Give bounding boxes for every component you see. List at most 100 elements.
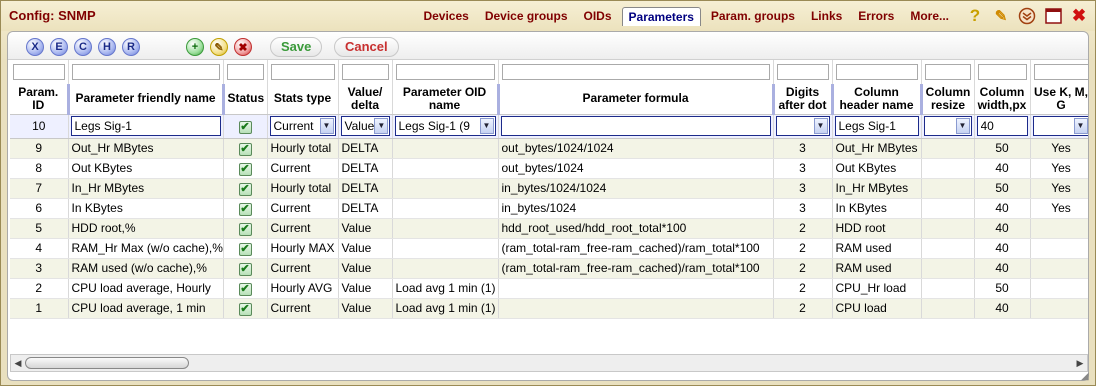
save-disk-button[interactable]: H <box>98 38 116 56</box>
nav-device-groups[interactable]: Device groups <box>479 7 574 25</box>
table-row[interactable]: 9 Out_Hr MBytes ✔ Hourly total DELTA out_byte… <box>10 138 1088 159</box>
edit-name-input[interactable] <box>70 116 221 136</box>
cell-formula: hdd_root_used/hdd_root_total*100 <box>498 218 774 239</box>
status-checkbox[interactable]: ✔ <box>238 142 252 156</box>
filter-use-kmg[interactable] <box>1030 60 1088 84</box>
cell-column-header: HDD root <box>832 218 922 239</box>
nav-errors[interactable]: Errors <box>852 7 900 25</box>
filter-id[interactable] <box>10 60 69 84</box>
close-icon[interactable]: ✖ <box>1069 6 1089 26</box>
edit-use-kmg-select[interactable]: ▼ <box>1032 116 1088 136</box>
edit-column-header-input[interactable] <box>834 116 919 136</box>
help-icon[interactable]: ? <box>965 6 985 26</box>
edit-digits-select[interactable]: ▼ <box>775 116 830 136</box>
status-checkbox[interactable]: ✔ <box>238 262 252 276</box>
col-header-formula[interactable]: Parameter formula <box>498 84 775 115</box>
status-checkbox[interactable]: ✔ <box>238 302 252 316</box>
chevron-circle-icon[interactable] <box>1017 6 1037 26</box>
scrollbar-thumb[interactable] <box>25 357 189 369</box>
edit-column-resize-select[interactable]: ▼ <box>923 116 972 136</box>
edit-value-delta-select[interactable]: Value ▼ <box>340 116 390 136</box>
filter-stats-type[interactable] <box>267 60 339 84</box>
cell-stats-type: Current <box>267 298 339 319</box>
filter-column-header[interactable] <box>832 60 922 84</box>
edit-icon[interactable]: ✎ <box>210 38 228 56</box>
main-panel: X E C H R + ✎ ✖ Save Cancel Param. ID Pa… <box>7 31 1089 381</box>
status-checkbox[interactable]: ✔ <box>238 182 252 196</box>
col-header-stats-type[interactable]: Stats type <box>267 84 339 115</box>
cell-column-header: CPU_Hr load <box>832 278 922 299</box>
pencil-icon[interactable]: ✎ <box>991 6 1011 26</box>
cell-digits: 2 <box>773 298 833 319</box>
edit-column-width-input[interactable] <box>976 116 1028 136</box>
col-header-use-kmg[interactable]: Use K, M, G <box>1030 84 1088 115</box>
col-header-name[interactable]: Parameter friendly name <box>68 84 225 115</box>
status-checkbox[interactable]: ✔ <box>238 282 252 296</box>
col-header-digits[interactable]: Digits after dot <box>773 84 834 115</box>
cell-column-resize <box>921 278 975 299</box>
status-checkbox[interactable]: ✔ <box>238 162 252 176</box>
filter-value-delta[interactable] <box>338 60 393 84</box>
table-row[interactable]: 4 RAM_Hr Max (w/o cache),% ✔ Hourly MAX Valu… <box>10 238 1088 259</box>
cell-status: ✔ <box>223 218 268 239</box>
cell-stats-type: Current <box>267 218 339 239</box>
table-row[interactable]: 6 In KBytes ✔ Current DELTA in_bytes/1024 3 In … <box>10 198 1088 219</box>
status-checkbox[interactable]: ✔ <box>238 242 252 256</box>
cancel-button[interactable]: Cancel <box>334 37 399 57</box>
scroll-right-icon[interactable]: ▶ <box>1074 357 1086 369</box>
col-header-value-delta[interactable]: Value/ delta <box>338 84 393 115</box>
cell-oid-name <box>392 238 499 259</box>
filter-column-resize[interactable] <box>921 60 975 84</box>
nav-parameters[interactable]: Parameters <box>621 6 701 26</box>
edit-formula-input[interactable] <box>500 116 771 136</box>
filter-formula[interactable] <box>498 60 774 84</box>
nav-param-groups[interactable]: Param. groups <box>705 7 801 25</box>
delete-icon[interactable]: ✖ <box>234 38 252 56</box>
table-row[interactable]: 3 RAM used (w/o cache),% ✔ Current Value (ram… <box>10 258 1088 279</box>
table-row[interactable]: 7 In_Hr MBytes ✔ Hourly total DELTA in_bytes/… <box>10 178 1088 199</box>
filter-column-width[interactable] <box>974 60 1031 84</box>
nav-links[interactable]: Links <box>805 7 848 25</box>
filter-name[interactable] <box>68 60 224 84</box>
status-checkbox[interactable]: ✔ <box>238 222 252 236</box>
col-header-column-header[interactable]: Column header name <box>832 84 923 115</box>
cell-oid-name <box>392 158 499 179</box>
export-button[interactable]: E <box>50 38 68 56</box>
col-header-status[interactable]: Status <box>223 84 268 115</box>
horizontal-scrollbar[interactable]: ◀ ▶ <box>10 354 1088 372</box>
filter-digits[interactable] <box>773 60 833 84</box>
col-header-column-resize[interactable]: Column resize <box>921 84 975 115</box>
cell-column-resize <box>921 258 975 279</box>
edit-oid-name-select[interactable]: Legs Sig-1 (9 ▼ <box>394 116 496 136</box>
cell-name: RAM used (w/o cache),% <box>68 258 224 279</box>
cell-formula: (ram_total-ram_free-ram_cached)/ram_tota… <box>498 238 774 259</box>
edit-stats-type-select[interactable]: Current ▼ <box>269 116 336 136</box>
status-checkbox[interactable]: ✔ <box>238 202 252 216</box>
cell-stats-type: Current <box>267 158 339 179</box>
resize-grip-icon[interactable]: ◢ <box>1081 371 1093 383</box>
edit-status-checkbox[interactable]: ✔ <box>238 120 252 134</box>
table-row[interactable]: 8 Out KBytes ✔ Current DELTA out_bytes/1024 3 O… <box>10 158 1088 179</box>
scroll-left-icon[interactable]: ◀ <box>12 357 24 369</box>
nav-oids[interactable]: OIDs <box>578 7 618 25</box>
clear-filter-button[interactable]: X <box>26 38 44 56</box>
maximize-icon[interactable] <box>1043 6 1063 26</box>
copy-button[interactable]: C <box>74 38 92 56</box>
table-row[interactable]: 5 HDD root,% ✔ Current Value hdd_root_used/hd… <box>10 218 1088 239</box>
nav-devices[interactable]: Devices <box>417 7 474 25</box>
col-header-id[interactable]: Param. ID <box>10 84 70 115</box>
col-header-column-width[interactable]: Column width,px <box>974 84 1031 115</box>
add-icon[interactable]: + <box>186 38 204 56</box>
cell-digits: 3 <box>773 158 833 179</box>
cell-column-resize <box>921 298 975 319</box>
refresh-button[interactable]: R <box>122 38 140 56</box>
filter-status[interactable] <box>223 60 268 84</box>
col-header-oid-name[interactable]: Parameter OID name <box>392 84 500 115</box>
cell-status: ✔ <box>223 238 268 259</box>
cell-use-kmg: Yes <box>1030 198 1088 219</box>
nav-more[interactable]: More... <box>904 7 955 25</box>
table-row[interactable]: 2 CPU load average, Hourly ✔ Hourly AVG Valu… <box>10 278 1088 299</box>
table-row[interactable]: 1 CPU load average, 1 min ✔ Current Value Loa… <box>10 298 1088 319</box>
filter-oid-name[interactable] <box>392 60 499 84</box>
save-button[interactable]: Save <box>270 37 323 57</box>
